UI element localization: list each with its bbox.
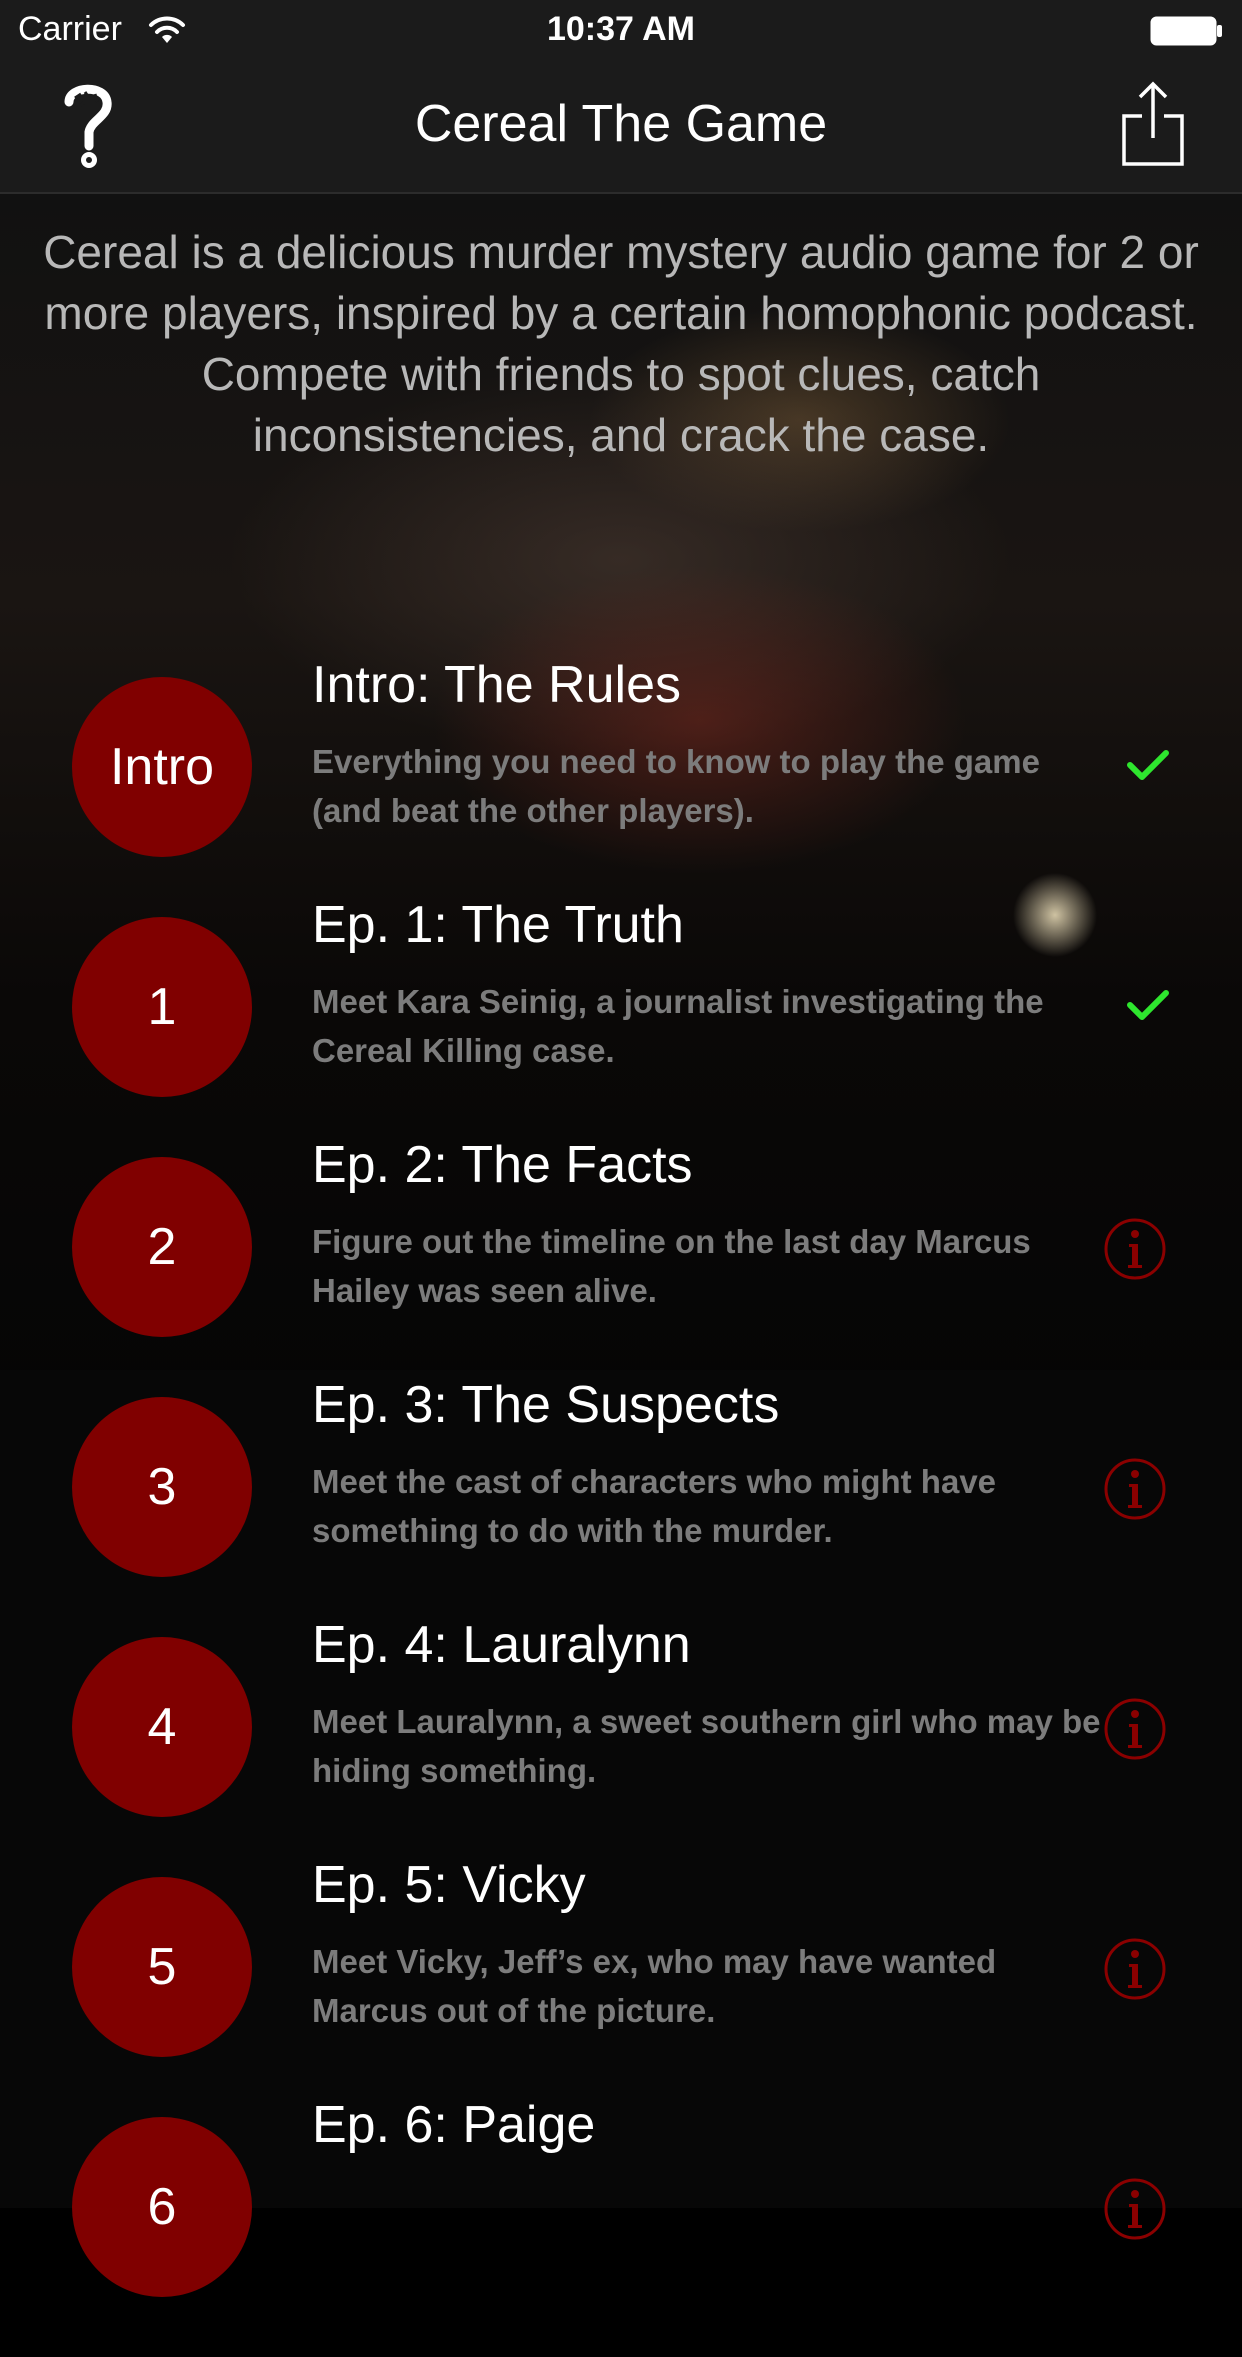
- episode-description: Meet Vicky, Jeff’s ex, who may have want…: [312, 1943, 997, 2029]
- check-icon: [1127, 750, 1169, 780]
- episode-title: Ep. 5: Vicky: [312, 1856, 586, 1914]
- share-icon[interactable]: [1118, 78, 1188, 168]
- episode-row-2[interactable]: 2 Ep. 2: The Facts Figure out the timeli…: [0, 1136, 1242, 1397]
- battery-icon: [1150, 16, 1222, 46]
- navigation-bar: Cereal The Game: [0, 62, 1242, 194]
- episode-badge: Intro: [72, 677, 252, 857]
- info-icon[interactable]: [1103, 1457, 1167, 1521]
- episode-title: Ep. 6: Paige: [312, 2096, 596, 2154]
- episode-title: Ep. 2: The Facts: [312, 1136, 693, 1194]
- check-icon: [1127, 990, 1169, 1020]
- status-time: 10:37 AM: [546, 10, 696, 48]
- info-icon[interactable]: [1103, 1937, 1167, 2001]
- episode-badge: 3: [72, 1397, 252, 1577]
- episode-badge: 6: [72, 2117, 252, 2297]
- episode-row-1[interactable]: 1 Ep. 1: The Truth Meet Kara Seinig, a j…: [0, 896, 1242, 1157]
- episode-description: Figure out the timeline on the last day …: [312, 1223, 1031, 1309]
- episode-title: Ep. 3: The Suspects: [312, 1376, 780, 1434]
- info-icon[interactable]: [1103, 1217, 1167, 1281]
- episode-description: Meet the cast of characters who might ha…: [312, 1463, 997, 1549]
- episode-description: Everything you need to know to play the …: [312, 743, 1040, 829]
- episode-row-6[interactable]: 6 Ep. 6: Paige: [0, 2096, 1242, 2357]
- episode-row-5[interactable]: 5 Ep. 5: Vicky Meet Vicky, Jeff’s ex, wh…: [0, 1856, 1242, 2117]
- status-bar: Carrier 10:37 AM: [0, 0, 1242, 62]
- episode-row-3[interactable]: 3 Ep. 3: The Suspects Meet the cast of c…: [0, 1376, 1242, 1637]
- page-title: Cereal The Game: [414, 95, 828, 153]
- info-icon[interactable]: [1103, 2177, 1167, 2241]
- episode-description: Meet Kara Seinig, a journalist investiga…: [312, 983, 1044, 1069]
- episode-row-4[interactable]: 4 Ep. 4: Lauralynn Meet Lauralynn, a swe…: [0, 1616, 1242, 1877]
- episode-title: Intro: The Rules: [312, 656, 682, 714]
- info-icon[interactable]: [1103, 1697, 1167, 1761]
- game-description: Cereal is a delicious murder mystery aud…: [43, 226, 1199, 461]
- episode-badge: 2: [72, 1157, 252, 1337]
- episode-title: Ep. 1: The Truth: [312, 896, 684, 954]
- episode-badge: 4: [72, 1637, 252, 1817]
- episode-row-intro[interactable]: Intro Intro: The Rules Everything you ne…: [0, 656, 1242, 917]
- episode-title: Ep. 4: Lauralynn: [312, 1616, 691, 1674]
- episode-description: Meet Lauralynn, a sweet southern girl wh…: [312, 1703, 1101, 1789]
- episode-badge: 5: [72, 1877, 252, 2057]
- episode-badge: 1: [72, 917, 252, 1097]
